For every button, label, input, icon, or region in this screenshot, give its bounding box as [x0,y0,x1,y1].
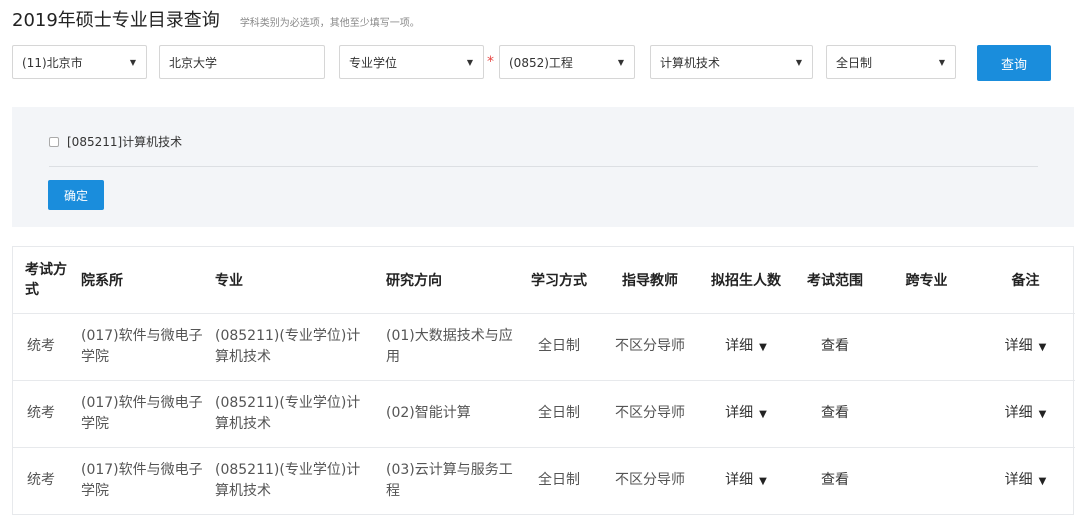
cell-advisor: 不区分导师 [615,472,685,489]
table-row: 统考 (017)软件与微电子学院 (085211)(专业学位)计算机技术 (02… [13,380,1075,448]
cell-study-mode: 全日制 [538,472,580,489]
header-cross-major: 跨专业 [877,247,976,314]
query-button[interactable]: 查询 [977,45,1051,81]
exam-scope-view-link[interactable]: 查看 [821,338,849,354]
notes-detail-toggle[interactable]: 详细 ▼ [1005,472,1047,488]
cell-major: (085211)(专业学位)计算机技术 [203,380,374,448]
required-mark: * [487,54,494,70]
quota-detail-label: 详细 [725,404,754,421]
cell-research-direction: (03)云计算与服务工程 [386,461,513,499]
page-header: 2019年硕士专业目录查询 学科类别为必选项，其他至少填写一项。 [12,6,420,32]
cell-exam-scope: 查看 [793,313,877,381]
caret-down-icon: ▼ [466,58,473,67]
header-department: 院系所 [69,247,203,314]
degree-type-select-value: 专业学位 [349,55,398,70]
cell-cross-major [877,447,976,514]
triangle-down-icon: ▼ [1038,341,1047,353]
study-mode-select[interactable]: 全日制 ▼ [826,45,956,79]
study-mode-select-value: 全日制 [836,55,873,70]
header-exam-mode: 考试方式 [13,247,69,314]
university-input[interactable]: 北京大学 [159,45,325,79]
results-table: 考试方式 院系所 专业 研究方向 学习方式 指导教师 拟招生人数 考试范围 跨专… [13,247,1075,514]
cell-study-mode: 全日制 [517,313,601,381]
caret-down-icon: ▼ [129,58,136,67]
header-research-direction: 研究方向 [374,247,517,314]
page-hint: 学科类别为必选项，其他至少填写一项。 [239,18,420,29]
cell-notes: 详细 ▼ [976,313,1075,381]
header-notes: 备注 [976,247,1075,314]
cell-department: (017)软件与微电子学院 [69,313,203,381]
cell-exam-mode: 统考 [27,472,55,489]
header-quota: 拟招生人数 [699,247,793,314]
triangle-down-icon: ▼ [759,475,767,487]
notes-detail-toggle[interactable]: 详细 ▼ [1005,338,1047,354]
header-exam-scope: 考试范围 [793,247,877,314]
notes-detail-label: 详细 [1004,337,1033,354]
triangle-down-icon: ▼ [1038,408,1047,420]
panel-divider [49,166,1038,167]
table-header-row: 考试方式 院系所 专业 研究方向 学习方式 指导教师 拟招生人数 考试范围 跨专… [13,247,1075,314]
confirm-button[interactable]: 确定 [48,180,104,210]
results-table-container: 考试方式 院系所 专业 研究方向 学习方式 指导教师 拟招生人数 考试范围 跨专… [12,246,1075,515]
header-advisor: 指导教师 [601,247,699,314]
cell-department: (017)软件与微电子学院 [69,380,203,448]
cell-quota: 详细 ▼ [699,313,793,381]
cell-cross-major [877,313,976,381]
triangle-down-icon: ▼ [759,408,767,420]
quota-detail-toggle[interactable]: 详细 ▼ [725,472,767,488]
cell-quota: 详细 ▼ [699,447,793,514]
selection-panel: [085211]计算机技术 确定 [12,107,1074,227]
filter-bar: (11)北京市 ▼ 北京大学 专业学位 ▼ * (0852)工程 ▼ 计算机技术… [0,45,1080,81]
degree-type-select[interactable]: 专业学位 ▼ [339,45,484,79]
university-input-value: 北京大学 [169,55,218,70]
discipline-select[interactable]: (0852)工程 ▼ [499,45,635,79]
cell-major: (085211)(专业学位)计算机技术 [215,461,361,499]
caret-down-icon: ▼ [938,58,945,67]
cell-quota: 详细 ▼ [699,380,793,448]
cell-exam-mode: 统考 [13,380,69,448]
cell-exam-scope: 查看 [793,447,877,514]
cell-exam-scope: 查看 [793,380,877,448]
cell-study-mode: 全日制 [517,380,601,448]
cell-exam-mode: 统考 [13,313,69,381]
cell-notes: 详细 ▼ [976,447,1075,514]
quota-detail-label: 详细 [725,337,754,354]
cell-research-direction: (01)大数据技术与应用 [374,313,517,381]
quota-detail-label: 详细 [725,471,754,488]
cell-department: (017)软件与微电子学院 [81,461,203,499]
cell-research-direction: (02)智能计算 [374,380,517,448]
triangle-down-icon: ▼ [759,341,767,353]
triangle-down-icon: ▼ [1038,475,1047,487]
major-checkbox-item[interactable]: [085211]计算机技术 [49,133,182,150]
quota-detail-toggle[interactable]: 详细 ▼ [725,405,767,421]
caret-down-icon: ▼ [617,58,624,67]
field-select-value: 计算机技术 [660,55,721,70]
cell-notes: 详细 ▼ [976,380,1075,448]
header-major: 专业 [203,247,374,314]
province-select-value: (11)北京市 [22,55,83,70]
checkbox[interactable] [49,136,59,147]
notes-detail-label: 详细 [1004,404,1033,421]
cell-advisor: 不区分导师 [601,380,699,448]
field-select[interactable]: 计算机技术 ▼ [650,45,813,79]
notes-detail-toggle[interactable]: 详细 ▼ [1005,405,1047,421]
page-title: 2019年硕士专业目录查询 [12,10,220,31]
discipline-select-value: (0852)工程 [509,55,573,70]
table-row: 统考 (017)软件与微电子学院 (085211)(专业学位)计算机技术 (03… [13,447,1075,514]
cell-cross-major [877,380,976,448]
exam-scope-view-link[interactable]: 查看 [821,405,849,421]
table-row: 统考 (017)软件与微电子学院 (085211)(专业学位)计算机技术 (01… [13,313,1075,381]
cell-advisor: 不区分导师 [601,313,699,381]
quota-detail-toggle[interactable]: 详细 ▼ [725,338,767,354]
caret-down-icon: ▼ [795,58,802,67]
header-study-mode: 学习方式 [517,247,601,314]
cell-major: (085211)(专业学位)计算机技术 [203,313,374,381]
major-checkbox-label: [085211]计算机技术 [67,135,183,149]
province-select[interactable]: (11)北京市 ▼ [12,45,147,79]
exam-scope-view-link[interactable]: 查看 [821,472,849,488]
notes-detail-label: 详细 [1004,471,1033,488]
